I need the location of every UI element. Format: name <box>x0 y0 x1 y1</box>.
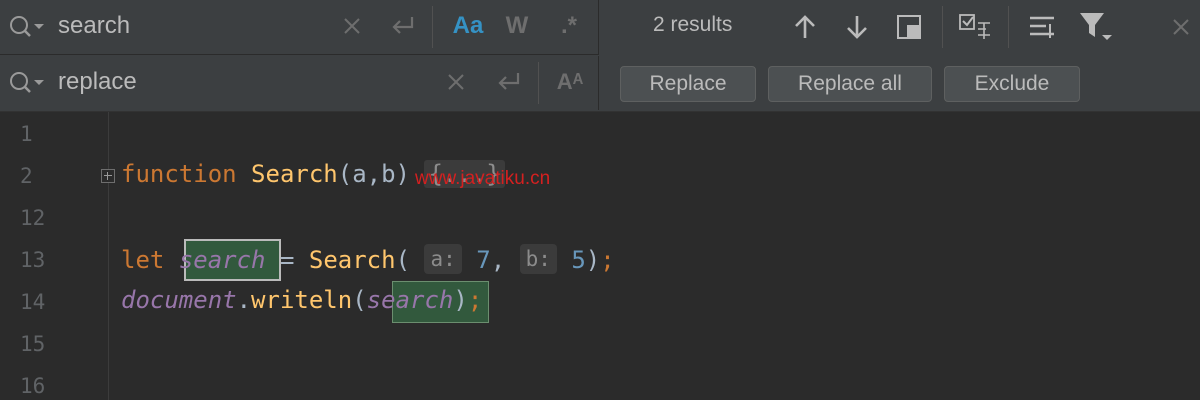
function-name: Search <box>251 160 338 188</box>
number-literal: 5 <box>571 246 586 274</box>
line-number: 1 <box>20 122 33 146</box>
code-line: document.writeln(search); <box>121 286 483 314</box>
previous-occurrence-icon[interactable] <box>786 8 824 46</box>
line-number: 2 <box>20 164 33 188</box>
clear-search-icon[interactable] <box>340 10 364 42</box>
close-find-icon[interactable] <box>1162 8 1200 46</box>
clear-replace-icon[interactable] <box>444 66 468 98</box>
divider <box>538 62 539 104</box>
variable-reference: search <box>366 286 454 314</box>
divider <box>1008 6 1009 48</box>
method-name: writeln <box>251 286 353 314</box>
number-literal: 7 <box>476 246 491 274</box>
line-number: 16 <box>20 374 46 398</box>
replace-field[interactable]: replace Aᴬ <box>0 56 599 110</box>
function-params: (a,b) <box>337 160 410 188</box>
new-line-icon[interactable] <box>388 10 418 42</box>
param-hint: b: <box>519 244 557 274</box>
filter-icon[interactable] <box>1076 8 1114 46</box>
results-toolbar: 2 results <box>600 0 1200 54</box>
function-call: Search <box>308 246 396 274</box>
line-number: 15 <box>20 332 46 356</box>
keyword: let <box>121 246 165 274</box>
regex-toggle[interactable]: .* <box>552 10 586 42</box>
preserve-case-toggle[interactable]: Aᴬ <box>550 66 590 98</box>
match-case-toggle[interactable]: Aa <box>448 10 488 42</box>
replace-actions: Replace Replace all Exclude <box>600 56 1200 110</box>
divider <box>942 6 943 48</box>
watermark: www.javatiku.cn <box>415 168 551 189</box>
replace-button[interactable]: Replace <box>620 66 756 102</box>
search-history-icon[interactable] <box>8 14 48 40</box>
line-number: 12 <box>20 206 46 230</box>
results-count: 2 results <box>653 13 733 36</box>
global-object: document <box>121 286 237 314</box>
search-field[interactable]: search Aa W .* <box>0 0 599 55</box>
line-number: 13 <box>20 248 46 272</box>
next-occurrence-icon[interactable] <box>838 8 876 46</box>
find-replace-panel: search Aa W .* 2 results replace Aᴬ Repl… <box>0 0 1200 112</box>
in-selection-icon[interactable] <box>890 8 928 46</box>
filter-options-icon[interactable] <box>1024 8 1062 46</box>
fold-expand-icon[interactable] <box>101 169 115 183</box>
code-editor[interactable]: 1 2 12 13 14 15 16 function Search(a,b) … <box>0 112 1200 400</box>
select-all-occurrences-icon[interactable] <box>956 8 994 46</box>
gutter-separator <box>108 112 109 400</box>
replace-history-icon[interactable] <box>8 70 48 96</box>
line-number: 14 <box>20 290 46 314</box>
param-hint: a: <box>424 244 462 274</box>
search-input[interactable]: search <box>58 12 130 40</box>
new-line-replace-icon[interactable] <box>494 66 524 98</box>
code-line: let search = Search( a: 7, b: 5); <box>121 244 615 274</box>
divider <box>432 6 433 48</box>
variable-name: search <box>178 246 266 274</box>
keyword: function <box>121 160 237 188</box>
replace-all-button[interactable]: Replace all <box>768 66 932 102</box>
words-toggle[interactable]: W <box>500 10 534 42</box>
exclude-button[interactable]: Exclude <box>944 66 1080 102</box>
replace-input[interactable]: replace <box>58 68 137 96</box>
